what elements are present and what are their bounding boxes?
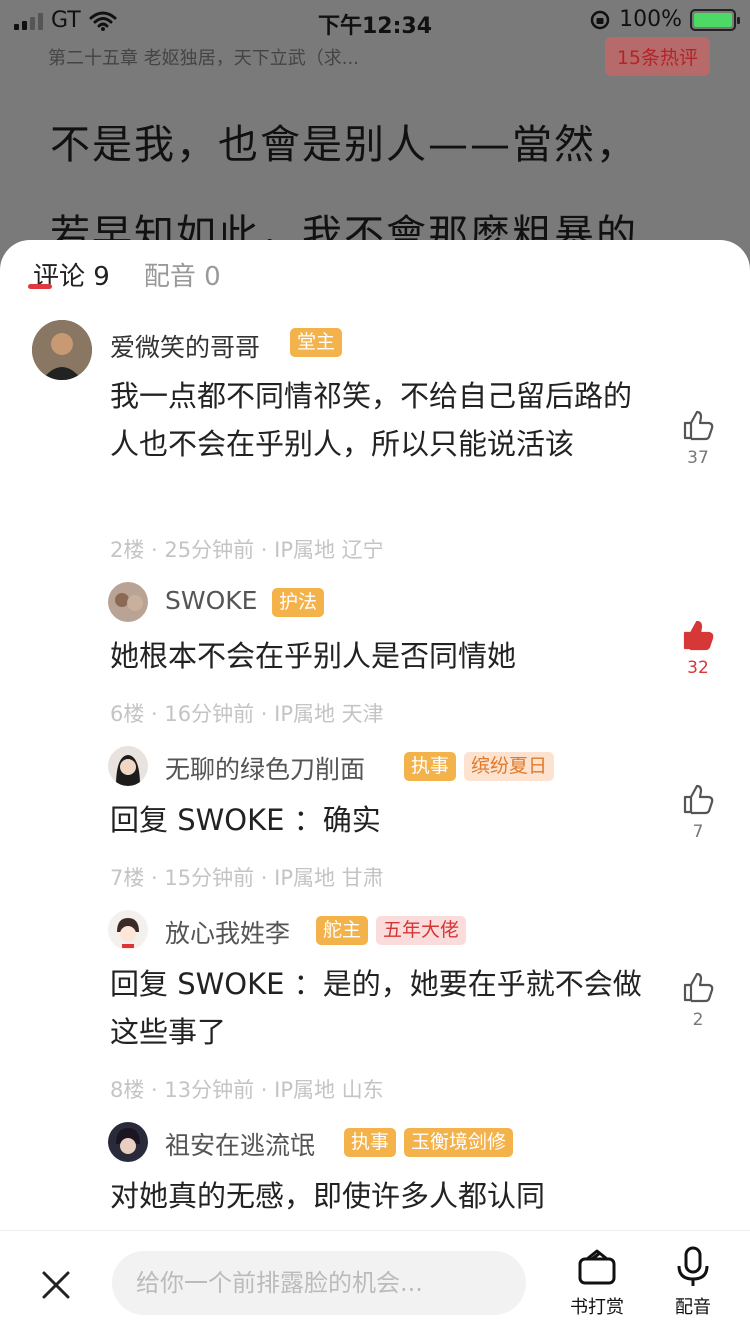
reward-button[interactable]: 书打赏: [562, 1245, 632, 1319]
badge-group: 执事 玉衡境剑修: [344, 1128, 514, 1157]
wallet-icon: [578, 1249, 616, 1285]
status-right: 100%: [589, 7, 740, 32]
avatar[interactable]: [108, 910, 148, 950]
comment-text[interactable]: 回复 SWOKE ：确实: [110, 796, 650, 844]
thumbs-up-icon: [683, 620, 714, 651]
comment-text[interactable]: 回复 SWOKE ：是的，她要在乎就不会做这些事了: [110, 960, 650, 1056]
avatar[interactable]: [32, 320, 92, 380]
like-count: 7: [692, 822, 704, 842]
comment-meta: 8楼 · 13分钟前 · IP属地 山东: [110, 1078, 384, 1102]
hot-comments-badge[interactable]: 15条热评: [604, 37, 710, 76]
tab-voice-label: 配音: [143, 262, 196, 292]
rank-badge: 护法: [272, 588, 325, 617]
comment-username[interactable]: SWOKE: [165, 586, 257, 615]
reply-prefix: 回复 SWOKE ：: [110, 967, 323, 1001]
like-count: 37: [687, 448, 709, 468]
like-button[interactable]: 2: [676, 970, 720, 1030]
comment-meta: 7楼 · 15分钟前 · IP属地 甘肃: [110, 866, 384, 890]
close-icon: [42, 1271, 70, 1299]
avatar[interactable]: [108, 582, 148, 622]
microphone-icon: [677, 1246, 709, 1286]
like-count: 2: [692, 1010, 704, 1030]
voice-button[interactable]: 配音: [658, 1245, 728, 1319]
status-bar: GT 下午12:34 100%: [0, 0, 750, 40]
badge-group: 堂主: [290, 328, 343, 357]
comment-username[interactable]: 放心我姓李: [165, 914, 290, 950]
comment-username[interactable]: 爱微笑的哥哥: [110, 328, 260, 364]
comment-text[interactable]: 对她真的无感，即使许多人都认同: [110, 1172, 650, 1220]
like-button[interactable]: 32: [676, 618, 720, 678]
comment-username[interactable]: 祖安在逃流氓: [165, 1126, 315, 1162]
title-badge: 玉衡境剑修: [404, 1128, 514, 1157]
reply-prefix: 回复 SWOKE ：: [110, 803, 323, 837]
comment-meta: 2楼 · 25分钟前 · IP属地 辽宁: [110, 538, 384, 562]
battery-icon: [690, 8, 740, 31]
thumbs-up-icon: [683, 972, 714, 1003]
rank-badge: 舵主: [316, 916, 369, 945]
comment-text[interactable]: 我一点都不同情祁笑，不给自己留后路的人也不会在乎别人，所以只能说活该: [110, 372, 650, 468]
badge-group: 护法: [272, 588, 325, 617]
like-button[interactable]: 7: [676, 782, 720, 842]
rank-badge: 执事: [344, 1128, 397, 1157]
avatar[interactable]: [108, 746, 148, 786]
badge-group: 执事 缤纷夏日: [404, 752, 555, 781]
event-badge: 五年大佬: [376, 916, 467, 945]
comment-text[interactable]: 她根本不会在乎别人是否同情她: [110, 632, 650, 680]
tab-bar: 评论 9 配音 0: [33, 256, 221, 293]
comment-username[interactable]: 无聊的绿色刀削面: [165, 750, 365, 786]
reply-body: 确实: [322, 803, 381, 837]
battery-percent: 100%: [619, 7, 682, 32]
tab-indicator: [28, 284, 52, 289]
comment-sheet: 评论 9 配音 0 爱微笑的哥哥 堂主 我一点都不同情祁笑，不给自己留后路的人也…: [0, 240, 750, 1334]
orientation-lock-icon: [590, 10, 610, 29]
reward-label: 书打赏: [570, 1297, 624, 1318]
event-badge: 缤纷夏日: [464, 752, 555, 781]
reader-text-line: 不是我，也會是别人——當然，: [50, 122, 638, 168]
like-count: 32: [687, 658, 709, 678]
tab-voice-count: 0: [204, 262, 221, 292]
tab-comments-count: 9: [93, 262, 110, 292]
rank-badge: 堂主: [290, 328, 343, 357]
avatar[interactable]: [108, 1122, 148, 1162]
thumbs-up-icon: [683, 410, 714, 441]
tab-voice[interactable]: 配音 0: [144, 256, 221, 293]
bottom-bar: 给你一个前排露脸的机会... 书打赏 配音: [0, 1230, 750, 1334]
chapter-title: 第二十五章 老妪独居，天下立武（求...: [48, 48, 359, 69]
rank-badge: 执事: [404, 752, 457, 781]
comment-meta: 6楼 · 16分钟前 · IP属地 天津: [110, 702, 384, 726]
close-button[interactable]: [38, 1267, 74, 1303]
comment-input[interactable]: 给你一个前排露脸的机会...: [112, 1251, 526, 1315]
thumbs-up-icon: [683, 784, 714, 815]
like-button[interactable]: 37: [676, 408, 720, 468]
voice-label: 配音: [675, 1297, 711, 1318]
badge-group: 舵主 五年大佬: [316, 916, 467, 945]
